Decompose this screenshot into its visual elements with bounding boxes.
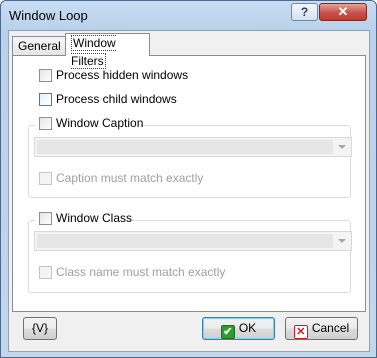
- caption-exact-label[interactable]: Caption must match exactly: [56, 171, 203, 185]
- window-caption-checkbox[interactable]: [39, 117, 52, 130]
- process-child-checkbox[interactable]: [39, 93, 52, 106]
- window-filters-panel: Process hidden windows Process child win…: [12, 55, 366, 312]
- dialog-client-area: General Window Filters Process hidden wi…: [8, 30, 370, 352]
- window-class-label[interactable]: Window Class: [56, 211, 132, 225]
- cancel-button-label: Cancel: [311, 321, 350, 335]
- window-caption-combo-value: [37, 140, 333, 154]
- variables-button[interactable]: {V}: [23, 317, 57, 340]
- help-button[interactable]: ?: [291, 3, 318, 21]
- ok-button-label: OK: [238, 321, 257, 335]
- window-caption-group: [28, 125, 351, 198]
- tab-general[interactable]: General: [12, 36, 66, 56]
- title-bar[interactable]: Window Loop ? ✕: [1, 1, 376, 29]
- check-icon: ✔: [220, 325, 235, 339]
- window-class-checkbox[interactable]: [39, 212, 52, 225]
- window-caption-combo[interactable]: [34, 137, 352, 157]
- process-hidden-checkbox[interactable]: [39, 69, 52, 82]
- ok-button[interactable]: ✔ OK: [202, 317, 275, 340]
- caption-exact-checkbox[interactable]: [39, 172, 52, 185]
- window-class-combo[interactable]: [34, 231, 352, 251]
- process-child-label[interactable]: Process child windows: [56, 92, 177, 106]
- window-title: Window Loop: [9, 8, 88, 23]
- chevron-down-icon: [338, 239, 346, 243]
- class-exact-checkbox[interactable]: [39, 266, 52, 279]
- cancel-button[interactable]: ✕ Cancel: [285, 317, 358, 340]
- window-class-combo-value: [37, 234, 333, 248]
- x-icon: ✕: [293, 325, 308, 339]
- tab-window-filters[interactable]: Window Filters: [65, 33, 150, 69]
- process-hidden-label[interactable]: Process hidden windows: [56, 68, 188, 82]
- close-button[interactable]: ✕: [319, 3, 367, 21]
- chevron-down-icon: [338, 145, 346, 149]
- dialog-window: Window Loop ? ✕ General Window Filters P…: [0, 0, 377, 358]
- class-exact-label[interactable]: Class name must match exactly: [56, 265, 225, 279]
- window-caption-label[interactable]: Window Caption: [56, 116, 143, 130]
